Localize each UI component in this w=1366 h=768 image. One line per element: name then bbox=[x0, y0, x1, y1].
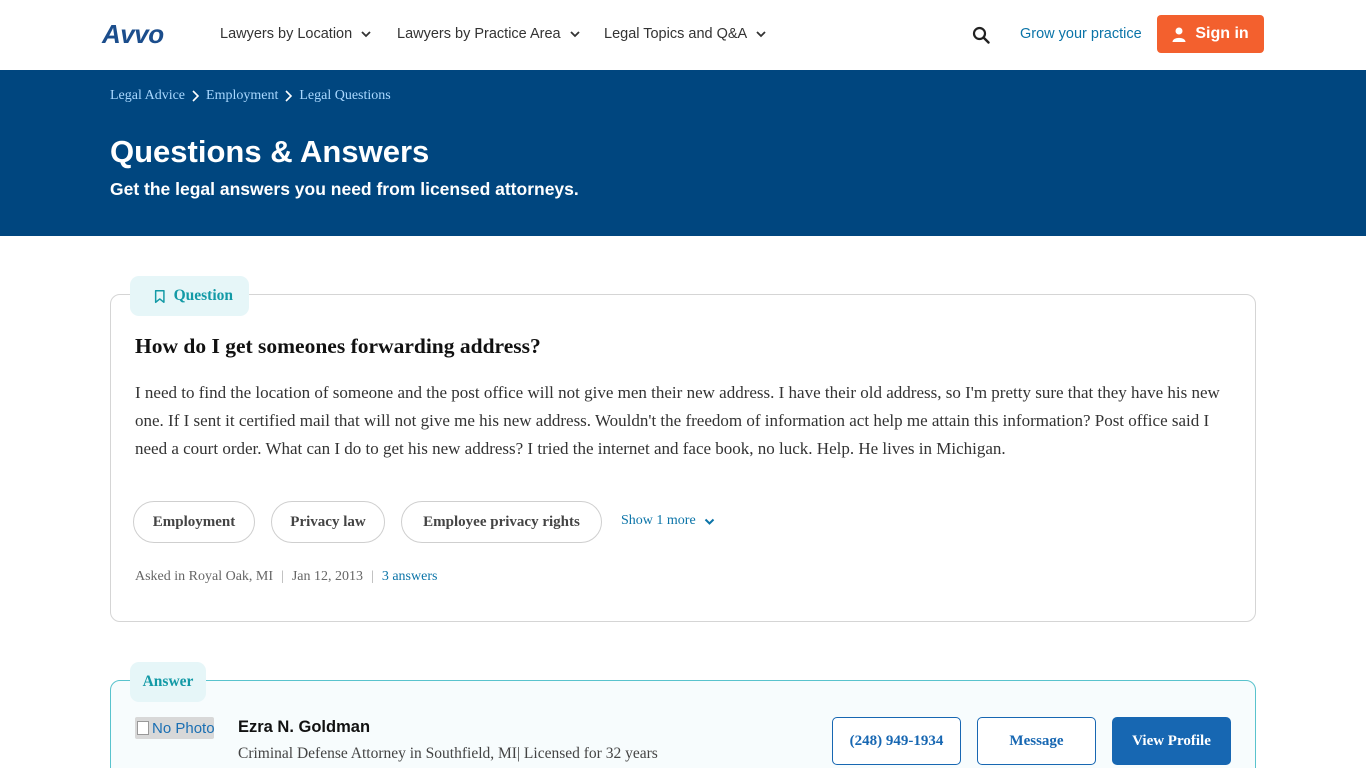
breadcrumb-legal-questions[interactable]: Legal Questions bbox=[299, 88, 390, 104]
bookmark-icon bbox=[154, 289, 165, 303]
nav-lawyers-by-practice-area[interactable]: Lawyers by Practice Area bbox=[397, 26, 581, 42]
chevron-down-icon bbox=[704, 518, 714, 525]
question-badge: Question bbox=[130, 276, 249, 316]
chevron-right-icon bbox=[285, 90, 293, 102]
nav-label: Lawyers by Practice Area bbox=[397, 26, 561, 42]
asked-date: Jan 12, 2013 bbox=[291, 569, 364, 584]
asked-location: Asked in Royal Oak, MI bbox=[135, 569, 274, 584]
page-subtitle: Get the legal answers you need from lice… bbox=[110, 179, 579, 199]
call-attorney-button[interactable]: (248) 949-1934 bbox=[832, 717, 961, 765]
tag-employee-privacy-rights[interactable]: Employee privacy rights bbox=[401, 501, 602, 543]
chevron-down-icon bbox=[569, 31, 580, 38]
answers-count-link[interactable]: 3 answers bbox=[382, 569, 438, 585]
attorney-photo[interactable]: No Photo bbox=[135, 717, 214, 739]
search-icon[interactable] bbox=[972, 26, 990, 44]
question-badge-label: Question bbox=[173, 287, 233, 304]
avvo-logo[interactable]: Avvo bbox=[102, 19, 164, 50]
message-button[interactable]: Message bbox=[977, 717, 1096, 765]
sign-in-label: Sign in bbox=[1195, 25, 1249, 42]
divider: | bbox=[281, 569, 284, 584]
user-icon bbox=[1172, 27, 1186, 42]
nav-lawyers-by-location[interactable]: Lawyers by Location bbox=[220, 26, 372, 42]
breadcrumb-legal-advice[interactable]: Legal Advice bbox=[110, 88, 185, 104]
grow-your-practice-link[interactable]: Grow your practice bbox=[1020, 26, 1142, 42]
nav-legal-topics-qa[interactable]: Legal Topics and Q&A bbox=[604, 26, 767, 42]
hero-banner: Legal Advice Employment Legal Questions … bbox=[0, 70, 1366, 236]
show-more-tags-button[interactable]: Show 1 more bbox=[621, 513, 715, 529]
photo-alt-text: No Photo bbox=[152, 719, 214, 737]
chevron-down-icon bbox=[361, 31, 371, 38]
divider: | bbox=[371, 569, 374, 584]
top-navigation-bar: Avvo Lawyers by Location Lawyers by Prac… bbox=[0, 0, 1366, 70]
sign-in-button[interactable]: Sign in bbox=[1157, 15, 1264, 53]
attorney-description: Criminal Defense Attorney in Southfield,… bbox=[238, 745, 658, 762]
nav-label: Legal Topics and Q&A bbox=[604, 26, 748, 42]
question-title: How do I get someones forwarding address… bbox=[135, 334, 541, 358]
answer-badge: Answer bbox=[130, 662, 206, 702]
question-body: I need to find the location of someone a… bbox=[135, 383, 1220, 458]
broken-image-icon bbox=[137, 721, 149, 735]
attorney-name[interactable]: Ezra N. Goldman bbox=[238, 718, 370, 737]
question-meta: Asked in Royal Oak, MI | Jan 12, 2013 | … bbox=[135, 569, 437, 585]
breadcrumb: Legal Advice Employment Legal Questions bbox=[110, 88, 391, 104]
show-more-label: Show 1 more bbox=[621, 513, 696, 528]
tag-employment[interactable]: Employment bbox=[133, 501, 255, 543]
chevron-right-icon bbox=[192, 90, 200, 102]
nav-label: Lawyers by Location bbox=[220, 26, 353, 42]
breadcrumb-employment[interactable]: Employment bbox=[206, 88, 278, 104]
page-title: Questions & Answers bbox=[110, 134, 430, 169]
tag-privacy-law[interactable]: Privacy law bbox=[271, 501, 385, 543]
view-profile-button[interactable]: View Profile bbox=[1112, 717, 1231, 765]
chevron-down-icon bbox=[756, 31, 766, 38]
